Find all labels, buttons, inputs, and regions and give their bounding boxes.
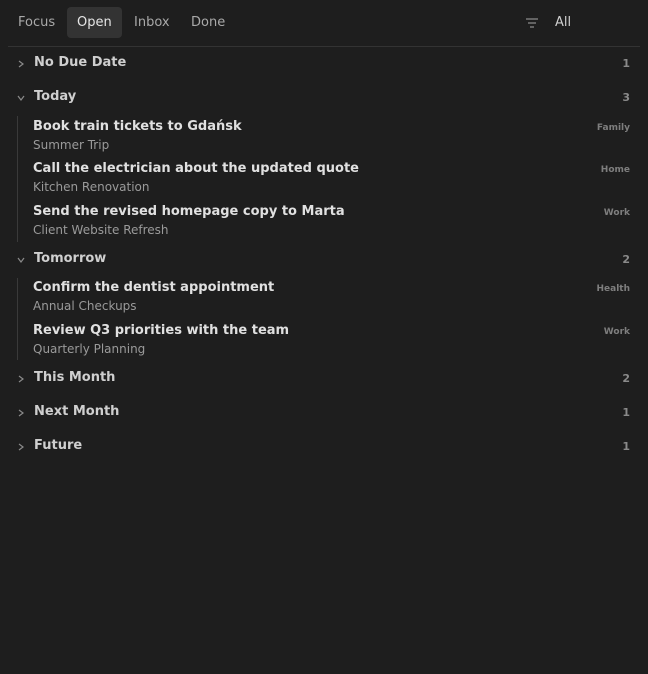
group-title: This Month [34, 370, 116, 385]
task-title: Review Q3 priorities with the team [33, 323, 290, 338]
task-project: Client Website Refresh [33, 223, 169, 237]
task-title: Send the revised homepage copy to Marta [33, 204, 345, 219]
chevron-down-icon [17, 95, 25, 101]
task-tag: Home [600, 165, 630, 175]
group-count: 3 [622, 91, 630, 104]
chevron-right-icon [18, 60, 24, 68]
task-project: Kitchen Renovation [33, 180, 150, 194]
group-count: 2 [622, 253, 630, 266]
chevron-right-icon [18, 443, 24, 451]
group-header-this-month[interactable]: This Month 2 [8, 369, 630, 391]
task-project: Summer Trip [33, 138, 110, 152]
task-title: Book train tickets to Gdańsk [33, 119, 242, 134]
group-count: 2 [622, 372, 630, 385]
task-tag: Health [596, 284, 630, 294]
tab-inbox[interactable]: Inbox [124, 7, 180, 38]
chevron-right-icon [18, 375, 24, 383]
group-title: Tomorrow [34, 251, 107, 266]
group-count: 1 [622, 57, 630, 70]
task-item[interactable]: Review Q3 priorities with the team Quart… [33, 323, 630, 359]
tab-open[interactable]: Open [67, 7, 122, 38]
task-title: Confirm the dentist appointment [33, 280, 275, 295]
group-count: 1 [622, 406, 630, 419]
divider [8, 46, 640, 47]
task-item[interactable]: Confirm the dentist appointment Annual C… [33, 280, 630, 316]
group-indent-line [17, 116, 18, 242]
tab-focus[interactable]: Focus [8, 7, 65, 38]
chevron-right-icon [18, 409, 24, 417]
group-title: Today [34, 89, 77, 104]
task-tag: Work [603, 327, 630, 337]
task-item[interactable]: Call the electrician about the updated q… [33, 161, 630, 197]
task-tag: Family [596, 123, 630, 133]
group-count: 1 [622, 440, 630, 453]
tab-done[interactable]: Done [181, 7, 235, 38]
top-bar: Focus Open Inbox Done All [8, 7, 640, 38]
group-header-next-month[interactable]: Next Month 1 [8, 403, 630, 425]
group-header-today[interactable]: Today 3 [8, 88, 630, 110]
task-project: Annual Checkups [33, 299, 137, 313]
task-item[interactable]: Send the revised homepage copy to Marta … [33, 204, 630, 240]
task-project: Quarterly Planning [33, 342, 146, 356]
task-tag: Work [603, 208, 630, 218]
group-header-tomorrow[interactable]: Tomorrow 2 [8, 250, 630, 272]
filter-select[interactable]: All [555, 7, 571, 38]
group-header-future[interactable]: Future 1 [8, 437, 630, 459]
group-title: Future [34, 438, 83, 453]
group-title: No Due Date [34, 55, 127, 70]
chevron-down-icon [17, 257, 25, 263]
group-indent-line [17, 278, 18, 360]
task-title: Call the electrician about the updated q… [33, 161, 359, 176]
group-header-no-due-date[interactable]: No Due Date 1 [8, 54, 630, 76]
task-item[interactable]: Book train tickets to Gdańsk Summer Trip… [33, 119, 630, 155]
group-title: Next Month [34, 404, 120, 419]
filter-icon[interactable] [524, 15, 540, 31]
